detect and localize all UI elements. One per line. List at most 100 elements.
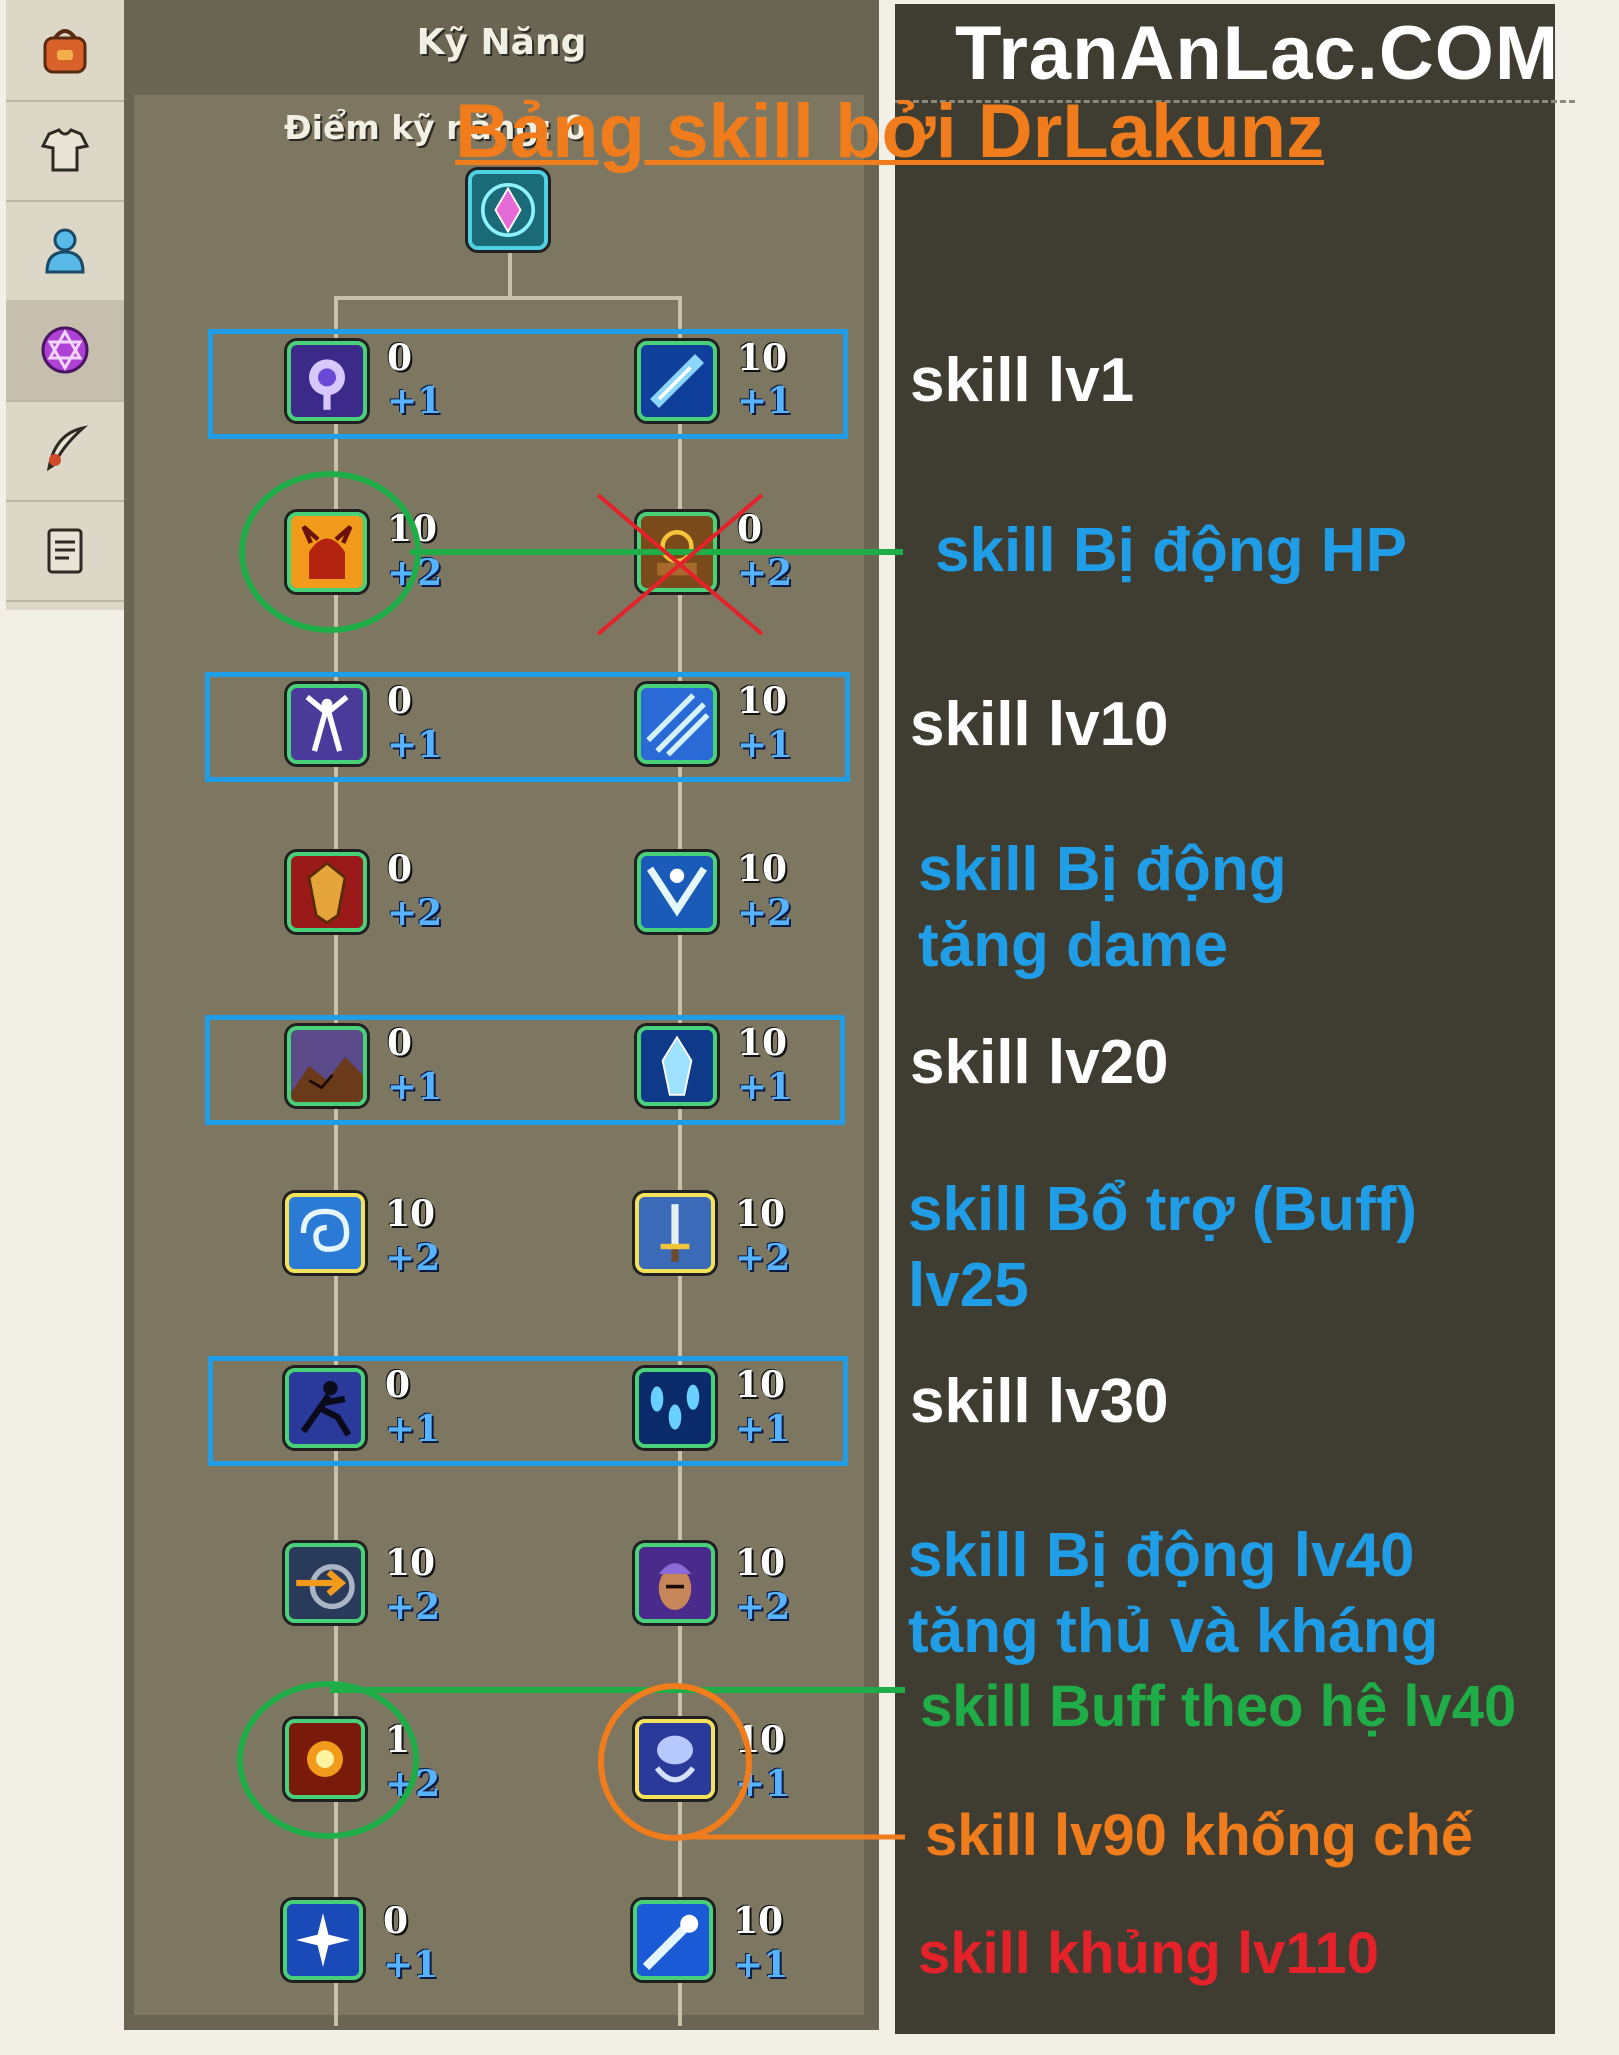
spirit-icon	[291, 688, 363, 760]
skill-level: 0	[737, 508, 763, 550]
skill-level: 10	[737, 337, 788, 379]
skill-level: 10	[735, 1542, 786, 1584]
skill-node[interactable]	[287, 852, 367, 932]
sword-icon	[639, 1197, 711, 1269]
skill-node[interactable]	[635, 1368, 715, 1448]
skill-node[interactable]	[637, 1026, 717, 1106]
ice-crystal-icon	[641, 1030, 713, 1102]
annotation-label: skill lv30	[910, 1367, 1169, 1436]
skill-node[interactable]	[635, 1193, 715, 1273]
crystal-icon	[472, 174, 544, 246]
skill-node[interactable]	[635, 1719, 715, 1799]
rune-icon	[641, 516, 713, 588]
whirlwind-icon	[289, 1197, 361, 1269]
skill-level: 10	[385, 1542, 436, 1584]
skill-increment: +1	[737, 1066, 793, 1108]
skill-increment: +2	[387, 552, 443, 594]
skill-node[interactable]	[637, 512, 717, 592]
skill-star-icon	[41, 326, 89, 374]
frost-slash-icon	[641, 688, 713, 760]
fire-blast-icon	[289, 1723, 361, 1795]
skill-node[interactable]	[285, 1719, 365, 1799]
tree-connector	[508, 250, 512, 298]
skill-node[interactable]	[633, 1900, 713, 1980]
skill-level: 0	[387, 680, 413, 722]
skill-level: 0	[383, 1900, 409, 1942]
demon-icon	[291, 516, 363, 588]
tab-equipment[interactable]	[6, 100, 124, 202]
annotation-label: skill lv20	[910, 1028, 1169, 1097]
site-watermark: TranAnLac.COM	[955, 11, 1560, 96]
skill-node[interactable]	[287, 684, 367, 764]
skill-increment: +1	[387, 724, 443, 766]
skill-level: 10	[733, 1900, 784, 1942]
skill-node[interactable]	[287, 1026, 367, 1106]
skill-increment: +2	[737, 892, 793, 934]
skill-level: 10	[737, 680, 788, 722]
arrow-strike-icon	[289, 1547, 361, 1619]
chain-icon	[639, 1723, 711, 1795]
quest-scroll-icon	[47, 528, 83, 574]
annotation-label: skill khủng lv110	[918, 1921, 1379, 1986]
skill-node[interactable]	[283, 1900, 363, 1980]
annotation-label: skill lv90 khống chế	[925, 1803, 1473, 1868]
skill-level: 10	[737, 848, 788, 890]
annotation-label: skill Bị động lv40 tăng thủ và kháng	[908, 1521, 1439, 1666]
star-burst-icon	[287, 1904, 359, 1976]
skill-increment: +1	[735, 1763, 791, 1805]
skill-node[interactable]	[285, 1193, 365, 1273]
skill-increment: +1	[383, 1944, 439, 1986]
skill-increment: +2	[737, 552, 793, 594]
skill-node[interactable]	[637, 341, 717, 421]
skill-level: 10	[385, 1193, 436, 1235]
skill-increment: +2	[735, 1237, 791, 1279]
skill-level: 10	[387, 508, 438, 550]
skill-level: 10	[735, 1719, 786, 1761]
skill-increment: +2	[387, 892, 443, 934]
skill-increment: +2	[385, 1763, 441, 1805]
skill-node[interactable]	[635, 1543, 715, 1623]
tab-inventory[interactable]	[6, 0, 124, 102]
tree-connector	[336, 296, 680, 300]
skill-level: 10	[737, 1022, 788, 1064]
skill-level: 10	[735, 1193, 786, 1235]
skill-level: 1	[385, 1719, 411, 1761]
skill-increment: +1	[385, 1408, 441, 1450]
annotation-label: skill Bị động tăng dame	[918, 835, 1287, 980]
skill-increment: +1	[387, 1066, 443, 1108]
skill-node[interactable]	[637, 852, 717, 932]
skill-level: 0	[387, 337, 413, 379]
annotation-label: skill lv10	[910, 690, 1169, 759]
bag-icon	[43, 29, 87, 74]
ice-burst-icon	[641, 856, 713, 928]
skill-increment: +1	[733, 1944, 789, 1986]
skill-increment: +1	[737, 724, 793, 766]
skill-node[interactable]	[287, 341, 367, 421]
tab-quests[interactable]	[6, 500, 124, 602]
tab-crafting[interactable]	[6, 400, 124, 502]
ice-comet-icon	[637, 1904, 709, 1976]
window-title: Kỹ Năng	[416, 22, 587, 63]
orb-icon	[291, 345, 363, 417]
skill-level: 0	[387, 1022, 413, 1064]
ice-rain-icon	[639, 1372, 711, 1444]
skill-node-root[interactable]	[468, 170, 548, 250]
skill-node[interactable]	[637, 684, 717, 764]
skill-node[interactable]	[285, 1368, 365, 1448]
skill-increment: +2	[385, 1586, 441, 1628]
skill-increment: +2	[735, 1586, 791, 1628]
ninja-icon	[289, 1372, 361, 1444]
skill-increment: +1	[737, 380, 793, 422]
earth-crack-icon	[291, 1030, 363, 1102]
skill-level: 10	[735, 1364, 786, 1406]
skill-node[interactable]	[287, 512, 367, 592]
side-tab-bar	[6, 0, 124, 610]
credit-title: Bảng skill bởi DrLakunz	[455, 89, 1325, 174]
tab-character[interactable]	[6, 200, 124, 302]
skill-increment: +1	[387, 380, 443, 422]
tab-skills[interactable]	[6, 300, 124, 402]
skill-level: 0	[385, 1364, 411, 1406]
shield-icon	[291, 856, 363, 928]
skill-increment: +1	[735, 1408, 791, 1450]
skill-node[interactable]	[285, 1543, 365, 1623]
